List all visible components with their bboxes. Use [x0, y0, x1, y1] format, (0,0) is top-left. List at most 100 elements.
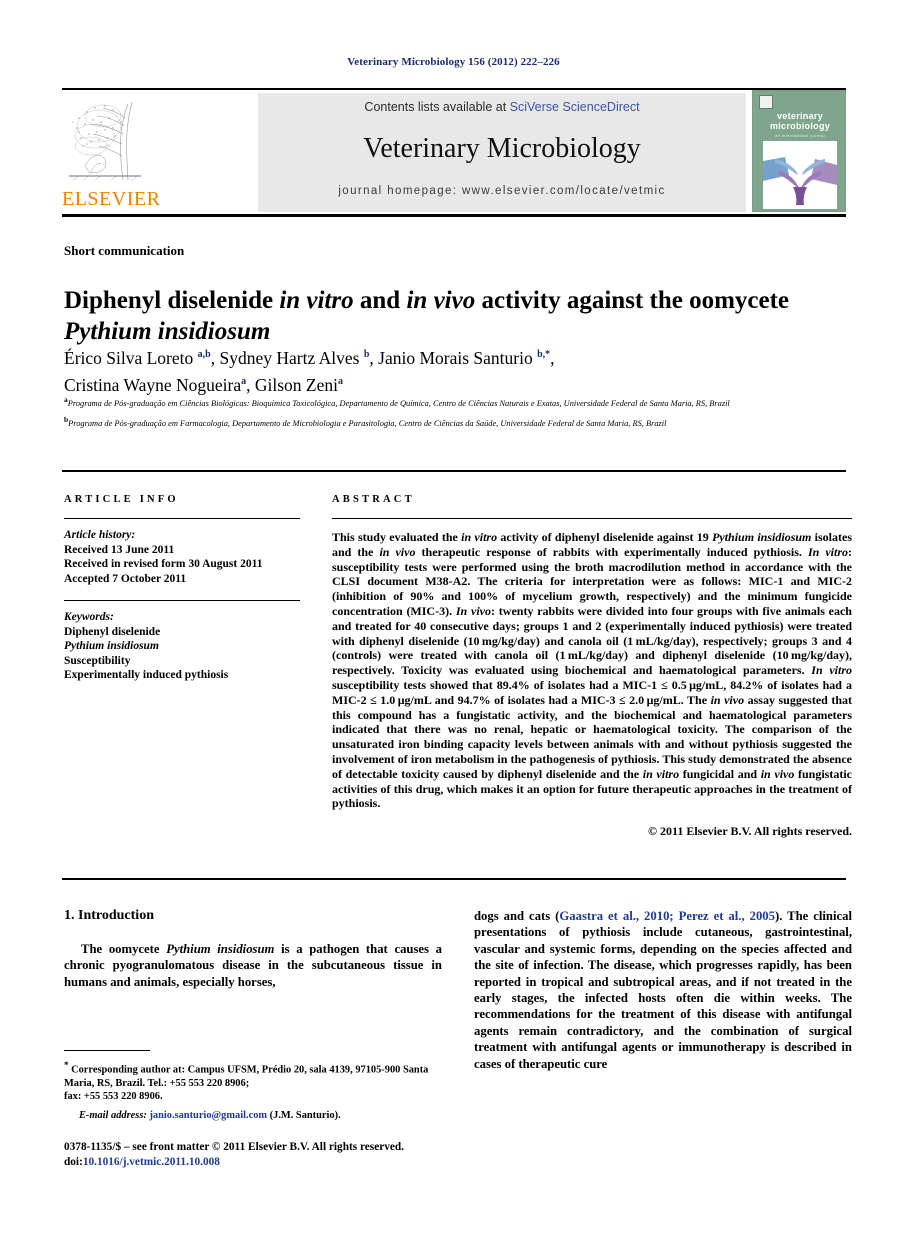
article-history: Article history: Received 13 June 2011 R…: [64, 528, 300, 586]
author-5-affil-marker[interactable]: a: [338, 376, 343, 387]
intro-paragraph-left: The oomycete Pythium insidiosum is a pat…: [64, 941, 442, 990]
title-seg-2: and: [353, 286, 407, 314]
abs-i7: in vivo: [710, 692, 745, 707]
abstract-heading: ABSTRACT: [332, 494, 415, 505]
author-sep-1: , Sydney Hartz Alves: [210, 347, 364, 368]
body-column-right: dogs and cats (Gaastra et al., 2010; Per…: [474, 908, 852, 1072]
article-info-rule: [64, 518, 300, 519]
doi-label: doi:: [64, 1156, 83, 1168]
article-info-heading: ARTICLE INFO: [64, 494, 179, 505]
keyword-2: Pythium insidiosum: [64, 640, 159, 652]
abstract-rule: [332, 518, 852, 519]
affiliation-b-text: Programa de Pós-graduação em Farmacologi…: [68, 418, 667, 428]
author-4: Cristina Wayne Nogueira: [64, 374, 242, 395]
abs-i5: In vivo: [455, 603, 491, 618]
keyword-1: Diphenyl diselenide: [64, 625, 161, 638]
section-heading-introduction: 1. Introduction: [64, 908, 154, 923]
author-sep-3: ,: [550, 347, 555, 368]
article-category: Short communication: [64, 243, 185, 258]
journal-title: Veterinary Microbiology: [363, 133, 641, 164]
abs-i9: in vivo: [760, 766, 795, 781]
cover-title: veterinary microbiology: [769, 111, 831, 131]
issn-copyright-line: 0378-1135/$ – see front matter © 2011 El…: [64, 1141, 404, 1153]
abs-i1: in vitro: [461, 530, 498, 544]
keywords-label: Keywords:: [64, 611, 114, 623]
body-column-left: 1. Introduction The oomycete Pythium ins…: [64, 908, 442, 990]
fax-line: fax: +55 553 220 8906.: [64, 1091, 163, 1103]
author-1: Érico Silva Loreto: [64, 347, 198, 368]
affiliation-a-text: Programa de Pós-graduação em Ciências Bi…: [67, 398, 730, 408]
masthead-bottom-rule: [62, 214, 846, 217]
email-line: E-mail address: janio.santurio@gmail.com…: [64, 1109, 448, 1122]
front-matter-block: 0378-1135/$ – see front matter © 2011 El…: [64, 1140, 484, 1170]
journal-cover-thumbnail: veterinary microbiology an international…: [752, 90, 846, 212]
page-title: Diphenyl diselenide in vitro and in vivo…: [64, 285, 854, 347]
sciencedirect-link[interactable]: SciVerse ScienceDirect: [510, 100, 640, 114]
running-head: Veterinary Microbiology 156 (2012) 222–2…: [347, 56, 560, 68]
author-sep-4: , Gilson Zeni: [246, 374, 338, 395]
title-seg-3: activity against the oomycete: [475, 286, 790, 314]
history-received: Received 13 June 2011: [64, 543, 175, 556]
cover-artwork: [763, 141, 837, 209]
cover-subtitle: an international journal: [774, 133, 826, 138]
elsevier-logo: ELSEVIER: [62, 96, 161, 214]
abstract-body: This study evaluated the in vitro activi…: [332, 530, 852, 811]
journal-homepage[interactable]: journal homepage: www.elsevier.com/locat…: [258, 185, 746, 197]
intro-left-i1: Pythium insidiosum: [166, 942, 275, 956]
article-head-rule: [62, 470, 846, 472]
abs-i4: In vitro: [807, 544, 849, 559]
paper-page: Veterinary Microbiology 156 (2012) 222–2…: [0, 0, 907, 1238]
keywords-rule: [64, 600, 300, 601]
title-seg-1: Diphenyl diselenide: [64, 286, 280, 314]
cover-publisher-mark-icon: [759, 95, 773, 109]
elsevier-tree-icon: [65, 96, 145, 184]
history-revised: Received in revised form 30 August 2011: [64, 558, 263, 570]
intro-left-s1: The oomycete: [81, 942, 167, 956]
article-history-label: Article history:: [64, 529, 136, 541]
keyword-3: Susceptibility: [64, 654, 131, 667]
corresponding-author-text: Corresponding author at: Campus UFSM, Pr…: [64, 1064, 429, 1089]
title-italic-1: in vitro: [279, 286, 354, 314]
abstract-copyright: © 2011 Elsevier B.V. All rights reserved…: [648, 824, 852, 839]
abs-i3: in vivo: [379, 544, 416, 559]
title-italic-2: in vivo: [406, 286, 476, 314]
abstract-bottom-rule: [62, 878, 846, 880]
email-label: E-mail address:: [79, 1109, 147, 1121]
corresponding-author-note: * Corresponding author at: Campus UFSM, …: [64, 1059, 448, 1090]
keyword-4: Experimentally induced pythiosis: [64, 669, 229, 681]
doi-line: doi:10.1016/j.vetmic.2011.10.008: [64, 1155, 484, 1170]
abs-i8: in vitro: [642, 766, 680, 781]
affiliation-b: bPrograma de Pós-graduação em Farmacolog…: [64, 413, 852, 430]
intro-paragraph-right: dogs and cats (Gaastra et al., 2010; Per…: [474, 908, 852, 1072]
abs-s1: This study evaluated the: [332, 530, 462, 544]
contents-lists-line: Contents lists available at SciVerse Sci…: [258, 100, 746, 114]
author-1-affil-marker[interactable]: a,b: [198, 349, 211, 360]
email-link[interactable]: janio.santurio@gmail.com: [149, 1110, 267, 1121]
keywords-block: Keywords: Diphenyl diselenide Pythium in…: [64, 610, 300, 683]
abstract-column: ABSTRACT This study evaluated the in vit…: [332, 494, 852, 839]
elsevier-wordmark: ELSEVIER: [62, 188, 161, 210]
abs-s9: fungicidal and: [679, 766, 761, 781]
author-sep-2: , Janio Morais Santurio: [369, 347, 538, 368]
contents-prefix: Contents lists available at: [364, 100, 510, 114]
intro-right-s1: dogs and cats (: [474, 909, 560, 923]
intro-right-s2: ). The clinical presentations of pythios…: [474, 909, 852, 1071]
abs-i6: In vitro: [811, 663, 852, 678]
doi-link[interactable]: 10.1016/j.vetmic.2011.10.008: [83, 1156, 220, 1168]
citation-link[interactable]: Gaastra et al., 2010; Perez et al., 2005: [559, 909, 775, 923]
abs-s2: activity of diphenyl diselenide against …: [497, 530, 713, 544]
author-3-affil-marker[interactable]: b,*: [537, 349, 550, 360]
article-info-column: ARTICLE INFO Article history: Received 1…: [64, 494, 300, 683]
journal-masthead: ELSEVIER Contents lists available at Sci…: [62, 88, 846, 217]
email-suffix: (J.M. Santurio).: [267, 1109, 341, 1121]
footnote-block: * Corresponding author at: Campus UFSM, …: [64, 1059, 448, 1122]
masthead-top-rule: [62, 88, 846, 90]
footnote-rule: [64, 1050, 150, 1051]
title-italic-3: Pythium insidiosum: [64, 317, 271, 345]
affiliation-a: aPrograma de Pós-graduação em Ciências B…: [64, 393, 852, 410]
masthead-panel: Contents lists available at SciVerse Sci…: [258, 93, 746, 212]
author-list: Érico Silva Loreto a,b, Sydney Hartz Alv…: [64, 343, 854, 397]
affiliations: aPrograma de Pós-graduação em Ciências B…: [64, 393, 852, 433]
abs-s4: therapeutic response of rabbits with exp…: [415, 544, 808, 559]
abs-i2: Pythium insidiosum: [712, 530, 812, 544]
